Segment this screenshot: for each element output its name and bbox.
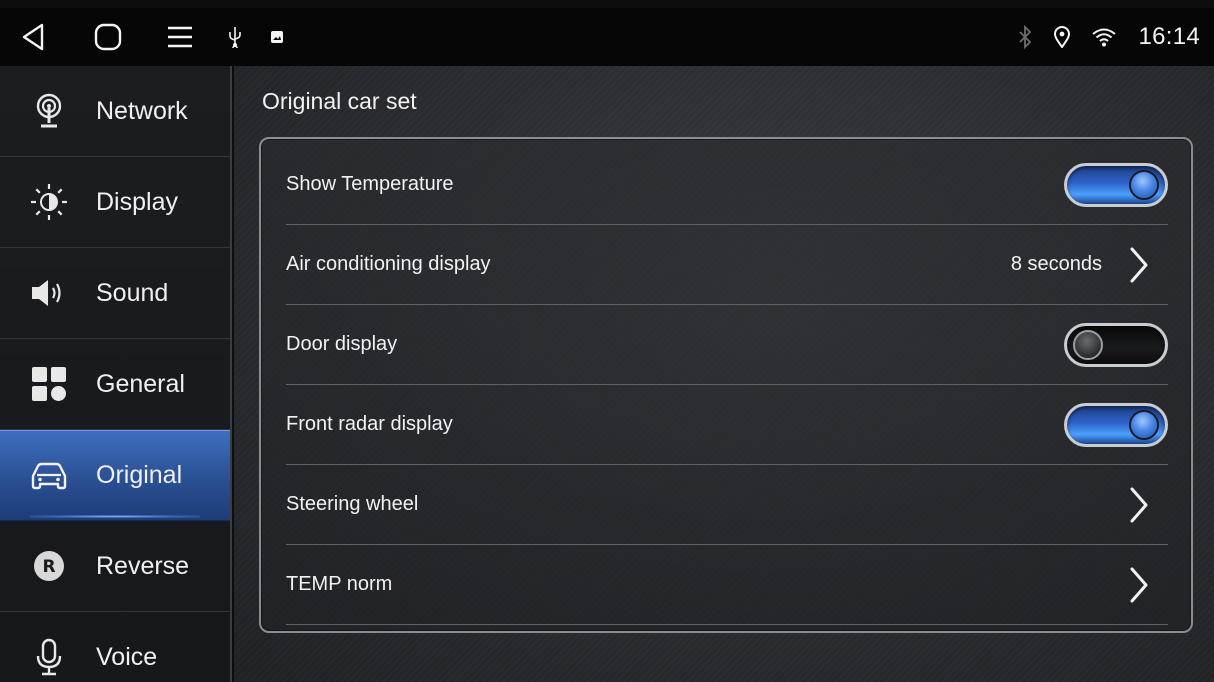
chevron-right-icon[interactable]: [1124, 565, 1154, 605]
settings-panel: Show Temperature Air conditioning displa…: [259, 137, 1193, 633]
speaker-icon: [30, 274, 68, 312]
setting-row-show-temperature[interactable]: Show Temperature: [286, 145, 1168, 225]
sidebar-item-label: Original: [96, 461, 183, 489]
grid-icon: [30, 365, 68, 403]
front-radar-display-toggle[interactable]: [1064, 402, 1168, 447]
car-icon: [30, 457, 68, 495]
sidebar-item-sound[interactable]: Sound: [0, 248, 230, 339]
sidebar-item-label: Display: [96, 187, 178, 216]
reverse-icon: R: [30, 547, 68, 585]
toggle-knob: [1073, 329, 1103, 360]
setting-label: Steering wheel: [286, 493, 419, 515]
setting-label: Show Temperature: [286, 173, 454, 195]
status-bar: 16:14: [0, 8, 1214, 66]
sidebar-item-original[interactable]: Original: [0, 430, 230, 521]
home-icon[interactable]: [66, 8, 150, 66]
sidebar-item-display[interactable]: Display: [0, 157, 230, 248]
sidebar-item-label: Voice: [96, 642, 158, 671]
setting-row-steering-wheel[interactable]: Steering wheel: [286, 465, 1168, 545]
microphone-icon: [30, 638, 68, 676]
image-icon: [260, 8, 294, 66]
sidebar-item-label: Reverse: [96, 551, 190, 580]
menu-icon[interactable]: [150, 8, 210, 66]
setting-label: Air conditioning display: [286, 253, 491, 275]
brightness-icon: [30, 183, 68, 221]
back-icon[interactable]: [0, 8, 66, 66]
network-icon: [30, 92, 68, 130]
sidebar-item-general[interactable]: General: [0, 339, 230, 430]
setting-label: Front radar display: [286, 413, 453, 435]
toggle-knob: [1129, 169, 1159, 200]
show-temperature-toggle[interactable]: [1064, 162, 1168, 207]
setting-row-door-display[interactable]: Door display: [286, 305, 1168, 385]
sidebar-item-label: General: [96, 369, 185, 398]
svg-text:R: R: [42, 557, 55, 577]
setting-row-temp-norm[interactable]: TEMP norm: [286, 545, 1168, 625]
wifi-icon: [1092, 27, 1117, 47]
settings-sidebar: Network Display Sound General Original R…: [0, 66, 232, 682]
sidebar-item-label: Network: [96, 96, 188, 125]
chevron-right-icon[interactable]: [1124, 485, 1154, 525]
setting-row-air-conditioning-display[interactable]: Air conditioning display 8 seconds: [286, 225, 1168, 305]
setting-value: 8 seconds: [1010, 253, 1102, 275]
settings-content: Original car set Show Temperature Air co…: [234, 66, 1214, 682]
usb-icon: [210, 8, 260, 66]
setting-label: Door display: [286, 333, 398, 355]
location-icon: [1054, 26, 1071, 48]
toggle-knob: [1129, 409, 1159, 440]
setting-row-front-radar-display[interactable]: Front radar display: [286, 385, 1168, 465]
bluetooth-icon: [1018, 25, 1032, 49]
page-title: Original car set: [262, 88, 417, 114]
sidebar-item-voice[interactable]: Voice: [0, 612, 230, 682]
door-display-toggle[interactable]: [1064, 322, 1168, 367]
status-clock: 16:14: [1138, 23, 1200, 50]
sidebar-item-label: Sound: [96, 278, 169, 307]
sidebar-item-reverse[interactable]: R Reverse: [0, 521, 230, 612]
sidebar-item-network[interactable]: Network: [0, 66, 230, 157]
setting-label: TEMP norm: [286, 573, 393, 595]
chevron-right-icon[interactable]: [1124, 245, 1154, 285]
